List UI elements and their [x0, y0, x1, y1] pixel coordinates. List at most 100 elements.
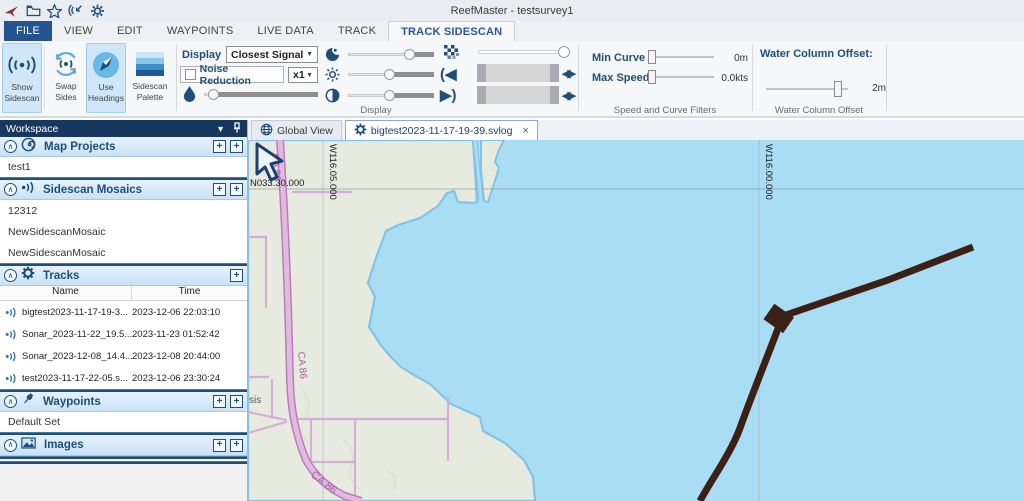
- tab-svlog[interactable]: bigtest2023-11-17-19-39.svlog ×: [345, 120, 538, 140]
- skip-forward-icon[interactable]: ▶): [440, 88, 457, 103]
- lon-east-grid-label: W116.00.000: [763, 144, 774, 200]
- port-range-bar[interactable]: [477, 64, 559, 82]
- menu-file[interactable]: FILE: [4, 21, 52, 41]
- brightness-slider[interactable]: [348, 69, 434, 80]
- table-row[interactable]: Sonar_2023-12-08_14.4... 2023-12-08 20:4…: [0, 345, 247, 367]
- brightness-sun-icon: [325, 67, 340, 87]
- section-header-sidescan-mosaics[interactable]: ∧ Sidescan Mosaics + +: [0, 180, 247, 200]
- collapse-panel-icon[interactable]: ▼: [216, 124, 225, 134]
- close-icon[interactable]: ×: [523, 125, 529, 137]
- column-time[interactable]: Time: [132, 286, 247, 300]
- favorites-star-icon[interactable]: [47, 4, 62, 18]
- gear-icon: [354, 123, 367, 139]
- table-row[interactable]: test2023-11-17-22-05.s... 2023-12-06 23:…: [0, 367, 247, 389]
- starboard-range-bar[interactable]: [477, 86, 559, 104]
- add-icon[interactable]: +: [213, 140, 226, 153]
- track-time: 2023-12-08 20:44:00: [132, 351, 247, 362]
- section-header-tracks[interactable]: ∧ Tracks +: [0, 266, 247, 286]
- section-header-images[interactable]: ∧ Images + +: [0, 435, 247, 456]
- max-speed-value: 0.0kts: [710, 73, 748, 84]
- track-time: 2023-12-06 23:30:24: [132, 373, 247, 384]
- collapse-chevron-icon[interactable]: ∧: [4, 439, 17, 452]
- sidescan-palette-button[interactable]: Sidescan Palette: [128, 43, 172, 113]
- track-name: test2023-11-17-22-05.s...: [22, 373, 132, 384]
- mosaic-item[interactable]: NewSidescanMosaic: [0, 242, 247, 263]
- sidescan-mosaics-title: Sidescan Mosaics: [43, 184, 142, 196]
- mosaic-item[interactable]: 12312: [0, 200, 247, 221]
- lon-west-grid-label: W116.05.000: [327, 144, 338, 200]
- menu-track-sidescan[interactable]: TRACK SIDESCAN: [388, 21, 515, 41]
- max-speed-slider[interactable]: [648, 70, 714, 84]
- menu-edit[interactable]: EDIT: [105, 21, 155, 41]
- use-headings-label: Use Headings: [87, 82, 125, 103]
- noise-reduction-checkbox[interactable]: [185, 69, 196, 80]
- workspace-title: Workspace: [6, 123, 58, 135]
- water-group-label: Water Column Offset: [752, 105, 886, 116]
- sonar-file-icon: [0, 373, 22, 384]
- group-separator: [886, 45, 887, 111]
- table-row[interactable]: Sonar_2023-11-22_19.5... 2023-11-23 01:5…: [0, 323, 247, 345]
- column-name[interactable]: Name: [0, 286, 132, 300]
- collapse-chevron-icon[interactable]: ∧: [4, 183, 17, 196]
- add-new-icon[interactable]: +: [230, 269, 243, 282]
- open-folder-icon[interactable]: [26, 4, 41, 17]
- use-headings-button[interactable]: Use Headings: [86, 43, 126, 113]
- map-canvas[interactable]: N033.30.000 W116.05.000 W116.00.000 CA 8…: [248, 140, 1024, 501]
- sidescan-mosaics-icon: [21, 181, 35, 199]
- min-curve-slider[interactable]: [648, 50, 714, 64]
- collapse-chevron-icon[interactable]: ∧: [4, 140, 17, 153]
- display-mode-value: Closest Signal: [231, 49, 303, 61]
- add-icon[interactable]: +: [213, 183, 226, 196]
- add-new-icon[interactable]: +: [230, 140, 243, 153]
- pin-icon[interactable]: [233, 122, 241, 135]
- ribbon: Show Sidescan Swap Sides Use Headings Si…: [0, 41, 1024, 118]
- display-mode-dropdown[interactable]: Closest Signal▼: [226, 46, 318, 63]
- sonar-waves-icon: [7, 48, 37, 82]
- noise-reduction-group: Noise Reduction: [180, 66, 284, 83]
- contrast-slider[interactable]: [348, 90, 434, 101]
- menu-waypoints[interactable]: WAYPOINTS: [155, 21, 246, 41]
- water-column-offset-slider[interactable]: [766, 81, 848, 97]
- collapse-chevron-icon[interactable]: ∧: [4, 269, 17, 282]
- group-separator: [752, 45, 753, 111]
- group-separator: [176, 45, 177, 111]
- track-name: Sonar_2023-11-22_19.5...: [22, 329, 132, 340]
- dither-checker-icon: [444, 45, 460, 64]
- tab-label: Global View: [277, 125, 333, 137]
- add-new-icon[interactable]: +: [230, 395, 243, 408]
- tracks-table: Name Time bigtest2023-11-17-19-3... 2023…: [0, 286, 247, 389]
- sonar-import-icon[interactable]: [68, 4, 84, 18]
- tab-global-view[interactable]: Global View: [251, 120, 342, 140]
- sonar-file-icon: [0, 307, 22, 318]
- show-sidescan-button[interactable]: Show Sidescan: [2, 43, 42, 113]
- gamma-slider[interactable]: [348, 49, 434, 60]
- app-logo-icon[interactable]: [4, 4, 20, 18]
- noise-multiplier-dropdown[interactable]: x1▼: [288, 67, 318, 83]
- port-range-arrows-icon[interactable]: ◀▶: [562, 67, 573, 80]
- tracks-table-header[interactable]: Name Time: [0, 286, 247, 301]
- menu-live-data[interactable]: LIVE DATA: [245, 21, 325, 41]
- zoom-slider[interactable]: [478, 46, 572, 59]
- section-header-map-projects[interactable]: ∧ Map Projects + +: [0, 137, 247, 157]
- add-new-icon[interactable]: +: [230, 439, 243, 452]
- swap-sides-button[interactable]: Swap Sides: [46, 43, 86, 113]
- menu-track[interactable]: TRACK: [326, 21, 388, 41]
- blend-slider[interactable]: [204, 89, 318, 100]
- waypoint-set-item[interactable]: Default Set: [0, 412, 247, 432]
- water-column-offset-label: Water Column Offset:: [760, 48, 873, 60]
- track-time: 2023-11-23 01:52:42: [132, 329, 247, 340]
- map-projects-title: Map Projects: [44, 141, 116, 153]
- add-new-icon[interactable]: +: [230, 183, 243, 196]
- table-row[interactable]: bigtest2023-11-17-19-3... 2023-12-06 22:…: [0, 301, 247, 323]
- skip-back-icon[interactable]: (◀: [440, 67, 457, 82]
- section-header-waypoints[interactable]: ∧ Waypoints + +: [0, 392, 247, 412]
- settings-gear-icon[interactable]: [90, 4, 105, 18]
- menu-bar: FILE VIEW EDIT WAYPOINTS LIVE DATA TRACK…: [0, 21, 1024, 41]
- menu-view[interactable]: VIEW: [52, 21, 105, 41]
- map-project-item[interactable]: test1: [0, 157, 247, 177]
- add-icon[interactable]: +: [213, 439, 226, 452]
- mosaic-item[interactable]: NewSidescanMosaic: [0, 221, 247, 242]
- add-icon[interactable]: +: [213, 395, 226, 408]
- starboard-range-arrows-icon[interactable]: ◀▶: [562, 89, 573, 102]
- collapse-chevron-icon[interactable]: ∧: [4, 395, 17, 408]
